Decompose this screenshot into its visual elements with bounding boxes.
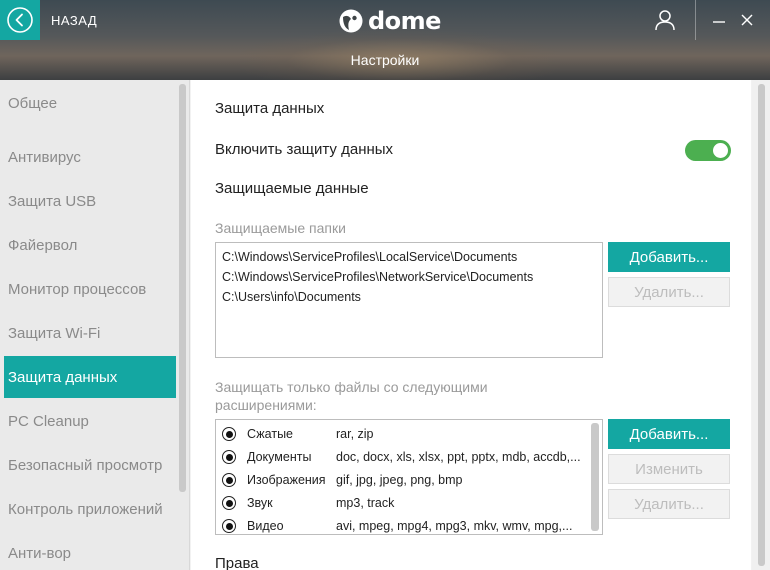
extension-category: Видео (247, 519, 284, 533)
page-title: Настройки (350, 52, 420, 68)
radio-selected-icon[interactable] (222, 496, 236, 510)
extensions-list[interactable]: Сжатые rar, zip Документы doc, docx, xls… (215, 419, 603, 535)
sidebar-item-pc-cleanup[interactable]: PC Cleanup (4, 400, 176, 442)
back-button[interactable] (0, 0, 40, 40)
protected-folders-list[interactable]: C:\Windows\ServiceProfiles\LocalService\… (215, 242, 603, 358)
extension-category: Звук (247, 496, 273, 510)
sidebar-item-safe-browsing[interactable]: Безопасный просмотр (4, 444, 176, 486)
logo-text: dome (368, 7, 441, 35)
toggle-knob (713, 143, 728, 158)
title-bar: НАЗАД dome Настройки (0, 0, 770, 80)
remove-extension-button[interactable]: Удалить... (608, 489, 730, 519)
add-folder-button[interactable]: Добавить... (608, 242, 730, 272)
protected-folders-label: Защищаемые папки (215, 220, 346, 236)
data-protection-panel: Защита данных Включить защиту данных Защ… (191, 80, 751, 570)
sidebar-scrollbar[interactable] (179, 84, 186, 492)
change-extension-button[interactable]: Изменить (608, 454, 730, 484)
list-item[interactable]: C:\Users\info\Documents (222, 287, 596, 307)
extension-values: avi, mpeg, mpg4, mpg3, mkv, wmv, mpg,... (336, 519, 573, 533)
dome-logo: dome (338, 6, 441, 36)
enable-data-protection-label: Включить защиту данных (215, 141, 394, 158)
extension-category: Документы (247, 450, 312, 464)
enable-data-protection-toggle[interactable] (685, 140, 731, 161)
close-icon (741, 14, 753, 26)
radio-selected-icon[interactable] (222, 427, 236, 441)
sidebar-item-firewall[interactable]: Файервол (4, 224, 176, 266)
user-icon (655, 10, 675, 31)
list-item[interactable]: Документы doc, docx, xls, xlsx, ppt, ppt… (222, 446, 592, 468)
list-item[interactable]: Сжатые rar, zip (222, 423, 592, 445)
user-account-button[interactable] (645, 0, 685, 40)
radio-selected-icon[interactable] (222, 519, 236, 533)
title-bar-divider (695, 0, 696, 40)
main-scrollbar[interactable] (752, 80, 770, 570)
list-item[interactable]: C:\Windows\ServiceProfiles\NetworkServic… (222, 267, 596, 287)
extension-category: Сжатые (247, 427, 294, 441)
extension-values: doc, docx, xls, xlsx, ppt, pptx, mdb, ac… (336, 450, 580, 464)
main-scrollbar-thumb[interactable] (758, 84, 765, 566)
extension-values: mp3, track (336, 496, 395, 510)
sidebar-item-process-monitor[interactable]: Монитор процессов (4, 268, 176, 310)
back-label[interactable]: НАЗАД (51, 13, 97, 28)
minimize-icon (713, 21, 725, 23)
protected-data-heading: Защищаемые данные (215, 180, 369, 197)
rights-heading: Права (215, 555, 259, 570)
extension-values: rar, zip (336, 427, 374, 441)
extension-values: gif, jpg, jpeg, png, bmp (336, 473, 463, 487)
remove-folder-button[interactable]: Удалить... (608, 277, 730, 307)
extensions-scrollbar[interactable] (591, 423, 599, 531)
close-button[interactable] (737, 10, 757, 30)
radio-selected-icon[interactable] (222, 450, 236, 464)
sidebar-item-general[interactable]: Общее (4, 82, 176, 124)
panda-logo-icon (339, 9, 363, 33)
sidebar-item-app-control[interactable]: Контроль приложений (4, 488, 176, 530)
sidebar-item-antivirus[interactable]: Антивирус (4, 136, 176, 178)
radio-selected-icon[interactable] (222, 473, 236, 487)
extension-category: Изображения (247, 473, 326, 487)
list-item[interactable]: C:\Windows\ServiceProfiles\LocalService\… (222, 247, 596, 267)
add-extension-button[interactable]: Добавить... (608, 419, 730, 449)
minimize-button[interactable] (709, 10, 729, 30)
chevron-left-icon (7, 7, 33, 33)
sidebar-item-data-protection[interactable]: Защита данных (4, 356, 176, 398)
list-item[interactable]: Изображения gif, jpg, jpeg, png, bmp (222, 469, 592, 491)
list-item[interactable]: Звук mp3, track (222, 492, 592, 514)
section-title: Защита данных (215, 100, 325, 117)
sidebar-item-wifi-protection[interactable]: Защита Wi-Fi (4, 312, 176, 354)
list-item[interactable]: Видео avi, mpeg, mpg4, mpg3, mkv, wmv, m… (222, 515, 592, 534)
sidebar-item-usb-protection[interactable]: Защита USB (4, 180, 176, 222)
extensions-label: Защищать только файлы со следующими расш… (215, 379, 488, 413)
settings-sidebar: Общее Антивирус Защита USB Файервол Мони… (0, 80, 190, 570)
sidebar-item-anti-theft[interactable]: Анти-вор (4, 532, 176, 570)
